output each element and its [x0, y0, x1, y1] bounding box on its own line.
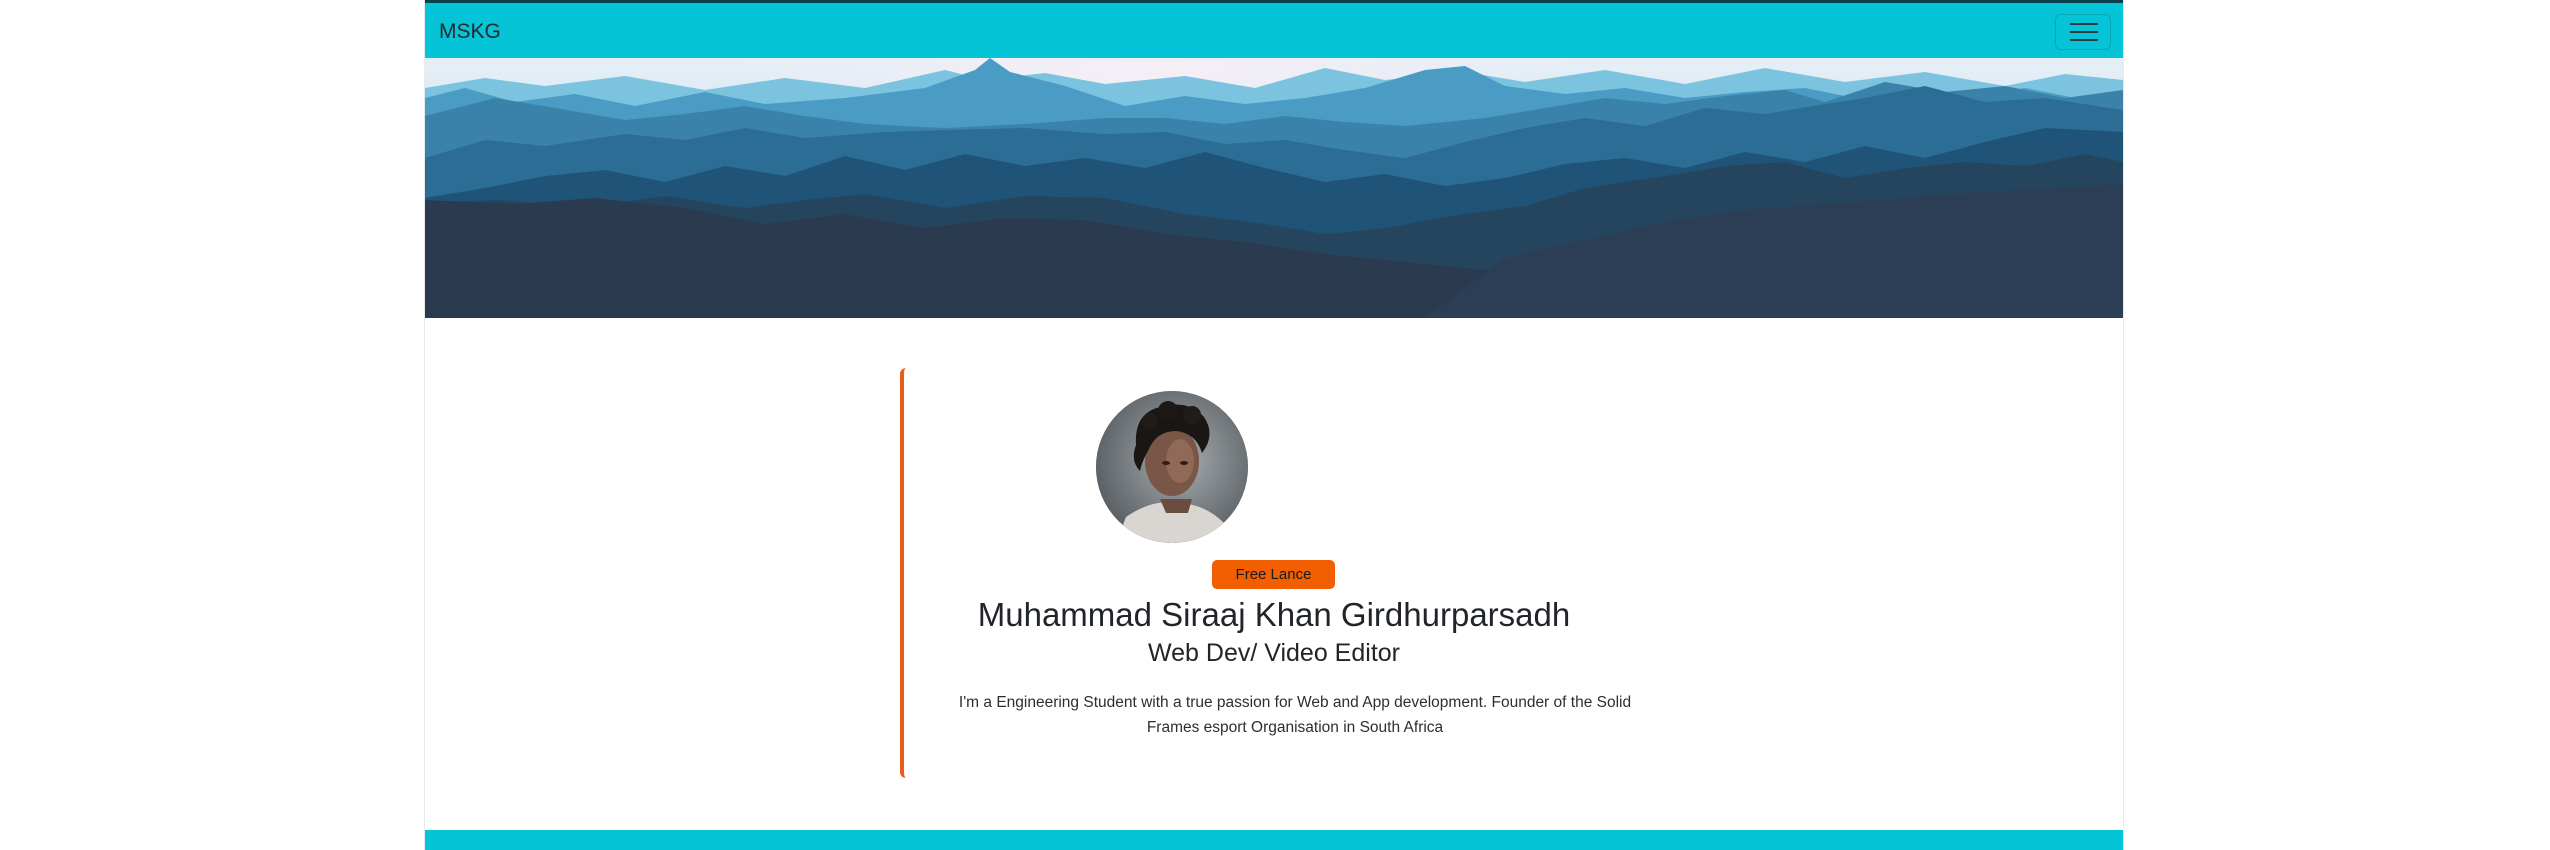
freelance-badge: Free Lance [1212, 560, 1335, 589]
mountain-hero-banner [425, 58, 2123, 318]
profile-avatar [1096, 391, 1248, 543]
profile-bio: I'm a Engineering Student with a true pa… [958, 694, 1632, 736]
footer-bar [425, 830, 2123, 850]
navbar-toggle-button[interactable] [2055, 14, 2111, 50]
profile-photo [1096, 391, 1248, 543]
profile-name: Muhammad Siraaj Khan Girdhurparsadh [977, 596, 1571, 633]
hamburger-menu-icon [2070, 23, 2098, 41]
page-frame: MSKG Free Lance Muhammad Siraaj Khan Gir… [425, 0, 2123, 850]
profile-role: Web Dev/ Video Editor [1148, 639, 1400, 667]
top-navbar: MSKG [425, 0, 2123, 58]
brand-logo-text[interactable]: MSKG [439, 20, 501, 44]
